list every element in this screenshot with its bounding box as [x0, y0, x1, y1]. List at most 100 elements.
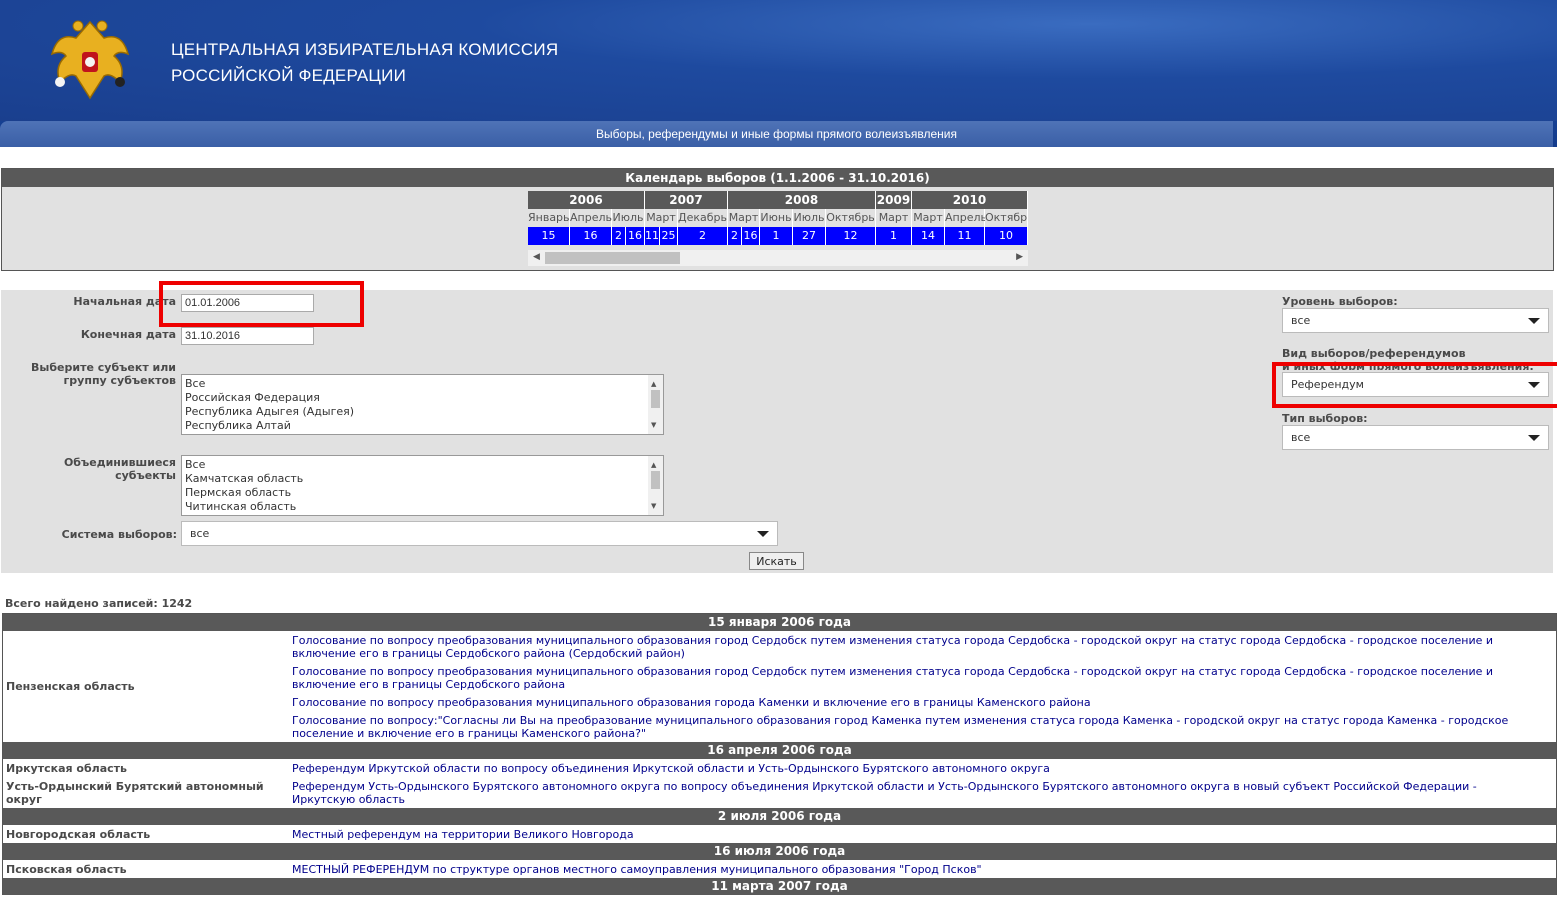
referendum-link[interactable]: Местный референдум на территории Великог…	[289, 825, 1540, 843]
calendar-day[interactable]: 14	[912, 227, 945, 245]
calendar-day[interactable]: 1	[760, 227, 793, 245]
level-select-value: все	[1291, 314, 1311, 327]
calendar-month[interactable]: Июнь	[760, 209, 793, 227]
system-label: Система выборов:	[61, 528, 177, 541]
calendar-day[interactable]: 2	[728, 227, 742, 245]
scroll-up-icon[interactable]: ▲	[651, 458, 656, 472]
list-item[interactable]: Российская Федерация	[185, 391, 663, 405]
calendar-year[interactable]: 2006	[528, 191, 645, 209]
list-item[interactable]: Камчатская область	[185, 472, 663, 486]
listbox-scrollbar[interactable]: ▲ ▼	[648, 456, 663, 515]
calendar-day[interactable]: 10	[985, 227, 1028, 245]
scroll-down-icon[interactable]: ▼	[651, 418, 656, 432]
system-select[interactable]: все	[181, 521, 778, 546]
calendar-year[interactable]: 2010	[912, 191, 1028, 209]
table-row: Псковская область МЕСТНЫЙ РЕФЕРЕНДУМ по …	[3, 860, 1556, 878]
table-row: Пензенская область Голосование по вопрос…	[3, 631, 1556, 742]
scrollbar-thumb[interactable]	[545, 252, 680, 264]
list-item[interactable]: Читинская область	[185, 500, 663, 514]
referendum-link[interactable]: Голосование по вопросу:"Согласны ли Вы н…	[289, 711, 1540, 742]
scroll-right-icon[interactable]: ▶	[1016, 252, 1023, 262]
calendar-month[interactable]: Октябрь	[826, 209, 876, 227]
calendar-month[interactable]: Январь	[528, 209, 570, 227]
referendum-link[interactable]: Референдум Иркутской области по вопросу …	[289, 759, 1540, 777]
calendar-month[interactable]: Март	[876, 209, 912, 227]
calendar-day[interactable]: 11	[945, 227, 985, 245]
results-count: Всего найдено записей: 1242	[5, 597, 193, 610]
scroll-up-icon[interactable]: ▲	[651, 377, 656, 391]
section-subtitle: Выборы, референдумы и иные формы прямого…	[596, 127, 957, 141]
merged-subjects-listbox[interactable]: Все Камчатская область Пермская область …	[181, 455, 664, 516]
chevron-down-icon	[1528, 434, 1540, 441]
calendar-month[interactable]: Октябрь	[985, 209, 1028, 227]
table-row: Иркутская область Референдум Иркутской о…	[3, 759, 1556, 777]
site-header: ЦЕНТРАЛЬНАЯ ИЗБИРАТЕЛЬНАЯ КОМИССИЯ РОССИ…	[0, 0, 1557, 147]
calendar-month[interactable]: Апрель	[570, 209, 612, 227]
calendar-day[interactable]: 11	[645, 227, 660, 245]
calendar-day[interactable]: 2	[678, 227, 728, 245]
calendar-day[interactable]: 16	[742, 227, 760, 245]
calendar-day[interactable]: 15	[528, 227, 570, 245]
date-header: 16 апреля 2006 года	[3, 742, 1556, 759]
highlight-box	[1272, 362, 1557, 408]
calendar-day[interactable]: 25	[660, 227, 678, 245]
merged-subjects-label: Объединившиеся субъекты	[63, 456, 176, 482]
table-row: Усть-Ордынский Бурятский автономный окру…	[3, 777, 1556, 808]
search-button[interactable]: Искать	[749, 552, 804, 570]
date-header: 15 января 2006 года	[3, 614, 1556, 631]
system-select-value: все	[190, 527, 210, 540]
referendum-link[interactable]: Голосование по вопросу преобразования му…	[289, 662, 1540, 693]
referendum-link[interactable]: Референдум Усть-Ордынского Бурятского ав…	[289, 777, 1540, 808]
org-title: ЦЕНТРАЛЬНАЯ ИЗБИРАТЕЛЬНАЯ КОМИССИЯ РОССИ…	[171, 37, 558, 89]
chevron-down-icon	[757, 530, 769, 537]
type-label: Тип выборов:	[1282, 412, 1368, 425]
calendar-month[interactable]: Апрель	[945, 209, 987, 227]
section-bar: Выборы, референдумы и иные формы прямого…	[0, 121, 1553, 147]
calendar-day[interactable]: 2	[612, 227, 626, 245]
list-item[interactable]: Все	[185, 377, 663, 391]
region-name: Псковская область	[6, 862, 127, 876]
highlight-box	[159, 281, 364, 327]
scrollbar-thumb[interactable]	[651, 471, 660, 489]
calendar-month[interactable]: Декабрь	[678, 209, 728, 227]
listbox-scrollbar[interactable]: ▲ ▼	[648, 375, 663, 434]
type-select[interactable]: все	[1282, 425, 1549, 450]
referendum-link[interactable]: Голосование по вопросу преобразования му…	[289, 693, 1540, 711]
referendum-link[interactable]: МЕСТНЫЙ РЕФЕРЕНДУМ по структуре органов …	[289, 860, 1540, 878]
subject-label: Выберите субъект или группу субъектов	[31, 361, 176, 387]
calendar-month[interactable]: Июль	[793, 209, 826, 227]
scroll-left-icon[interactable]: ◀	[533, 252, 540, 262]
calendar-month[interactable]: Март	[728, 209, 760, 227]
calendar-year[interactable]: 2007	[645, 191, 728, 209]
calendar-day[interactable]: 1	[876, 227, 912, 245]
results-table: 15 января 2006 года Пензенская область Г…	[2, 613, 1557, 895]
scrollbar-thumb[interactable]	[651, 390, 660, 408]
list-item[interactable]: Республика Алтай	[185, 419, 663, 433]
region-name: Новгородская область	[6, 827, 151, 841]
calendar-month[interactable]: Март	[912, 209, 945, 227]
level-label: Уровень выборов:	[1282, 295, 1398, 308]
scroll-down-icon[interactable]: ▼	[651, 499, 656, 513]
subject-listbox[interactable]: Все Российская Федерация Республика Адыг…	[181, 374, 664, 435]
calendar-month[interactable]: Июль	[612, 209, 645, 227]
calendar-year[interactable]: 2009	[876, 191, 912, 209]
level-select[interactable]: все	[1282, 308, 1549, 333]
referendum-link[interactable]: Голосование по вопросу преобразования му…	[289, 631, 1540, 662]
calendar-day[interactable]: 12	[826, 227, 876, 245]
list-item[interactable]: Пермская область	[185, 486, 663, 500]
calendar-month[interactable]: Март	[645, 209, 678, 227]
calendar-year[interactable]: 2008	[728, 191, 876, 209]
calendar-day[interactable]: 16	[570, 227, 612, 245]
list-item[interactable]: Республика Адыгея (Адыгея)	[185, 405, 663, 419]
calendar-scrollbar[interactable]: ◀ ▶	[528, 250, 1028, 266]
russian-emblem-icon	[50, 20, 130, 100]
date-header: 16 июля 2006 года	[3, 843, 1556, 860]
type-select-value: все	[1291, 431, 1311, 444]
kind-label: Вид выборов/референдумов	[1282, 347, 1466, 360]
date-header: 2 июля 2006 года	[3, 808, 1556, 825]
calendar-day[interactable]: 27	[793, 227, 826, 245]
list-item[interactable]: Все	[185, 458, 663, 472]
end-date-input[interactable]	[181, 327, 314, 345]
election-calendar: Календарь выборов (1.1.2006 - 31.10.2016…	[1, 168, 1554, 271]
calendar-day[interactable]: 16	[626, 227, 645, 245]
